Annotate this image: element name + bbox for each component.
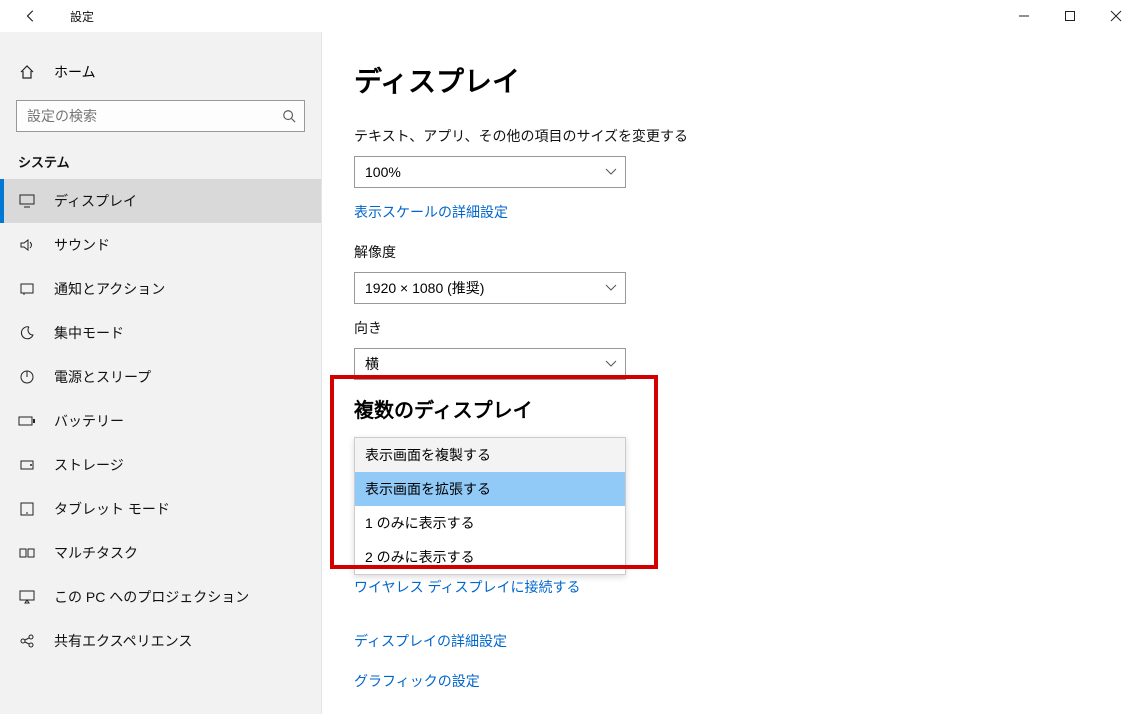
graphics-settings-link[interactable]: グラフィックの設定 xyxy=(354,671,1139,691)
orientation-label: 向き xyxy=(354,318,1139,338)
tablet-icon xyxy=(18,502,36,516)
multitask-icon xyxy=(18,546,36,560)
search-icon xyxy=(282,109,296,123)
maximize-button[interactable] xyxy=(1047,0,1093,32)
chevron-down-icon xyxy=(605,168,617,176)
sidebar-item-display[interactable]: ディスプレイ xyxy=(0,179,321,223)
window-controls xyxy=(1001,0,1139,32)
resolution-value: 1920 × 1080 (推奨) xyxy=(365,278,484,298)
projection-icon xyxy=(18,590,36,604)
sidebar-item-battery[interactable]: バッテリー xyxy=(0,399,321,443)
sidebar-section-label: システム xyxy=(0,132,321,179)
multi-option-duplicate[interactable]: 表示画面を複製する xyxy=(355,438,625,472)
power-icon xyxy=(18,369,36,385)
sidebar-item-multitask[interactable]: マルチタスク xyxy=(0,531,321,575)
sidebar-item-notifications[interactable]: 通知とアクション xyxy=(0,267,321,311)
content-area: ディスプレイ テキスト、アプリ、その他の項目のサイズを変更する 100% 表示ス… xyxy=(322,32,1139,714)
home-nav[interactable]: ホーム xyxy=(0,50,321,94)
back-button[interactable] xyxy=(8,0,54,32)
multi-display-dropdown[interactable]: 表示画面を複製する 表示画面を拡張する 1 のみに表示する 2 のみに表示する xyxy=(354,437,626,575)
title-bar: 設定 xyxy=(0,0,1139,32)
close-button[interactable] xyxy=(1093,0,1139,32)
sidebar-item-projection[interactable]: この PC へのプロジェクション xyxy=(0,575,321,619)
orientation-combobox[interactable]: 横 xyxy=(354,348,626,380)
multi-display-heading: 複数のディスプレイ xyxy=(354,394,1139,423)
sidebar: ホーム システム ディスプレイ サウンド 通知とアクション xyxy=(0,32,322,714)
page-title: ディスプレイ xyxy=(354,60,1139,100)
chevron-down-icon xyxy=(605,284,617,292)
focus-icon xyxy=(18,325,36,341)
share-icon xyxy=(18,633,36,649)
sidebar-item-focus[interactable]: 集中モード xyxy=(0,311,321,355)
minimize-button[interactable] xyxy=(1001,0,1047,32)
sidebar-item-sound[interactable]: サウンド xyxy=(0,223,321,267)
multi-option-extend[interactable]: 表示画面を拡張する xyxy=(355,472,625,506)
display-icon xyxy=(18,194,36,208)
resolution-label: 解像度 xyxy=(354,242,1139,262)
notification-icon xyxy=(18,282,36,296)
scale-value: 100% xyxy=(365,164,401,180)
sidebar-item-storage[interactable]: ストレージ xyxy=(0,443,321,487)
advanced-scale-link[interactable]: 表示スケールの詳細設定 xyxy=(354,202,508,222)
orientation-value: 横 xyxy=(365,354,379,374)
wireless-display-link[interactable]: ワイヤレス ディスプレイに接続する xyxy=(354,577,581,597)
sidebar-item-power[interactable]: 電源とスリープ xyxy=(0,355,321,399)
advanced-display-link[interactable]: ディスプレイの詳細設定 xyxy=(354,631,1139,651)
home-label: ホーム xyxy=(54,62,96,82)
sidebar-item-shared[interactable]: 共有エクスペリエンス xyxy=(0,619,321,663)
battery-icon xyxy=(18,415,36,427)
search-box[interactable] xyxy=(16,100,305,132)
window-title: 設定 xyxy=(70,8,94,25)
search-input[interactable] xyxy=(27,108,304,124)
scale-label: テキスト、アプリ、その他の項目のサイズを変更する xyxy=(354,126,1139,146)
storage-icon xyxy=(18,458,36,472)
multi-option-only1[interactable]: 1 のみに表示する xyxy=(355,506,625,540)
multi-option-only2[interactable]: 2 のみに表示する xyxy=(355,540,625,574)
home-icon xyxy=(18,64,36,80)
resolution-combobox[interactable]: 1920 × 1080 (推奨) xyxy=(354,272,626,304)
sidebar-item-tablet[interactable]: タブレット モード xyxy=(0,487,321,531)
scale-combobox[interactable]: 100% xyxy=(354,156,626,188)
sidebar-nav: ディスプレイ サウンド 通知とアクション 集中モード 電源とスリープ バッテリー xyxy=(0,179,321,663)
sound-icon xyxy=(18,238,36,252)
chevron-down-icon xyxy=(605,360,617,368)
